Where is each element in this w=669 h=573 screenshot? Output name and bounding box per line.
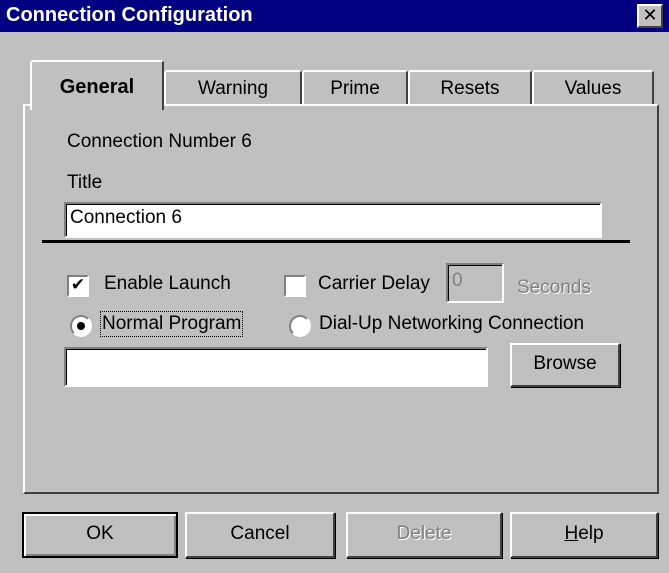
title-input[interactable]: Connection 6: [64, 202, 602, 238]
normal-program-radio[interactable]: [70, 315, 92, 337]
program-path-input[interactable]: [64, 347, 488, 387]
tab-warning[interactable]: Warning: [164, 70, 302, 107]
carrier-delay-label: Carrier Delay: [318, 273, 430, 294]
tab-prime[interactable]: Prime: [302, 70, 408, 107]
checkmark-icon: ✔: [70, 275, 86, 295]
browse-button[interactable]: Browse: [510, 343, 620, 387]
close-icon: ✕: [642, 5, 658, 26]
radio-selected-dot: [77, 322, 85, 330]
dial-up-networking-radio[interactable]: [289, 315, 311, 337]
seconds-label: Seconds: [517, 277, 591, 298]
normal-program-label: Normal Program: [99, 311, 244, 337]
cancel-button[interactable]: Cancel: [185, 512, 335, 558]
delete-button[interactable]: Delete: [346, 512, 502, 558]
carrier-delay-input[interactable]: 0: [446, 263, 504, 303]
connection-number-label: Connection Number 6: [67, 131, 252, 152]
tab-values[interactable]: Values: [532, 70, 654, 107]
window-title: Connection Configuration: [6, 4, 253, 26]
dial-up-networking-label: Dial-Up Networking Connection: [319, 313, 585, 334]
ok-button[interactable]: OK: [22, 512, 178, 558]
carrier-delay-checkbox[interactable]: [284, 275, 306, 297]
help-button[interactable]: Help: [510, 512, 658, 558]
help-button-label: Help: [564, 523, 604, 544]
title-label: Title: [67, 172, 103, 193]
enable-launch-label: Enable Launch: [104, 273, 231, 294]
general-tab-panel: [23, 104, 659, 494]
section-divider: [42, 240, 630, 243]
tab-general[interactable]: General: [30, 60, 164, 110]
enable-launch-checkbox[interactable]: ✔: [67, 275, 89, 297]
tab-resets[interactable]: Resets: [408, 70, 532, 107]
close-button[interactable]: ✕: [637, 4, 663, 28]
